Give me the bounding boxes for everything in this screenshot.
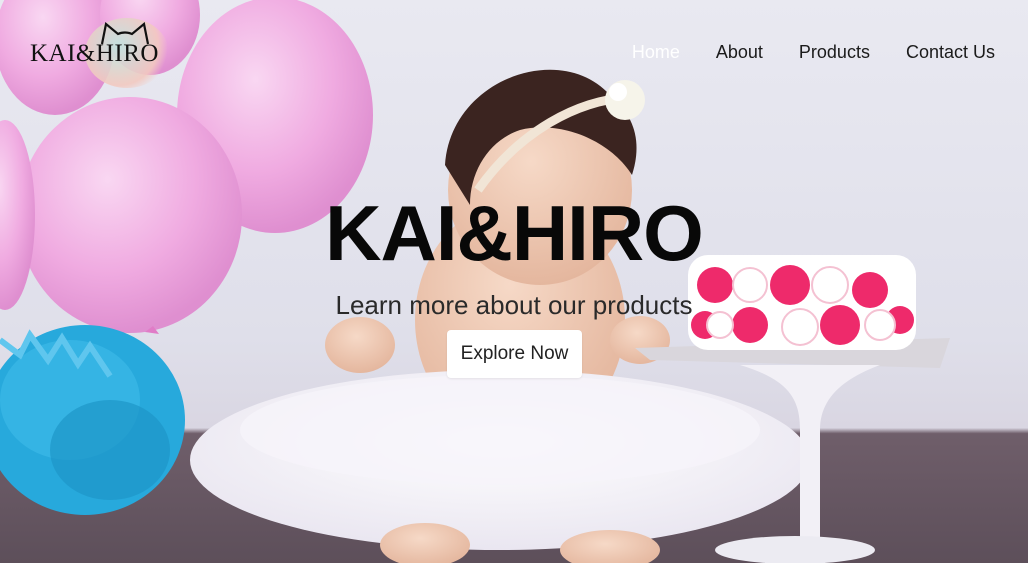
hero-section: KAI&HIRO Home About Products Contact Us …	[0, 0, 1028, 563]
hero-subtitle: Learn more about our products	[335, 290, 693, 320]
nav-item-about[interactable]: About	[716, 42, 763, 63]
nav-item-products[interactable]: Products	[799, 42, 870, 63]
brand-logo[interactable]: KAI&HIRO	[30, 18, 170, 90]
main-nav: Home About Products Contact Us	[632, 42, 995, 63]
logo-text: KAI&HIRO	[30, 40, 159, 67]
nav-item-home[interactable]: Home	[632, 42, 680, 63]
explore-now-button[interactable]: Explore Now	[447, 330, 582, 378]
nav-item-contact-us[interactable]: Contact Us	[906, 42, 995, 63]
pompom-decoration	[0, 325, 185, 515]
hero-title: KAI&HIRO	[325, 189, 704, 277]
